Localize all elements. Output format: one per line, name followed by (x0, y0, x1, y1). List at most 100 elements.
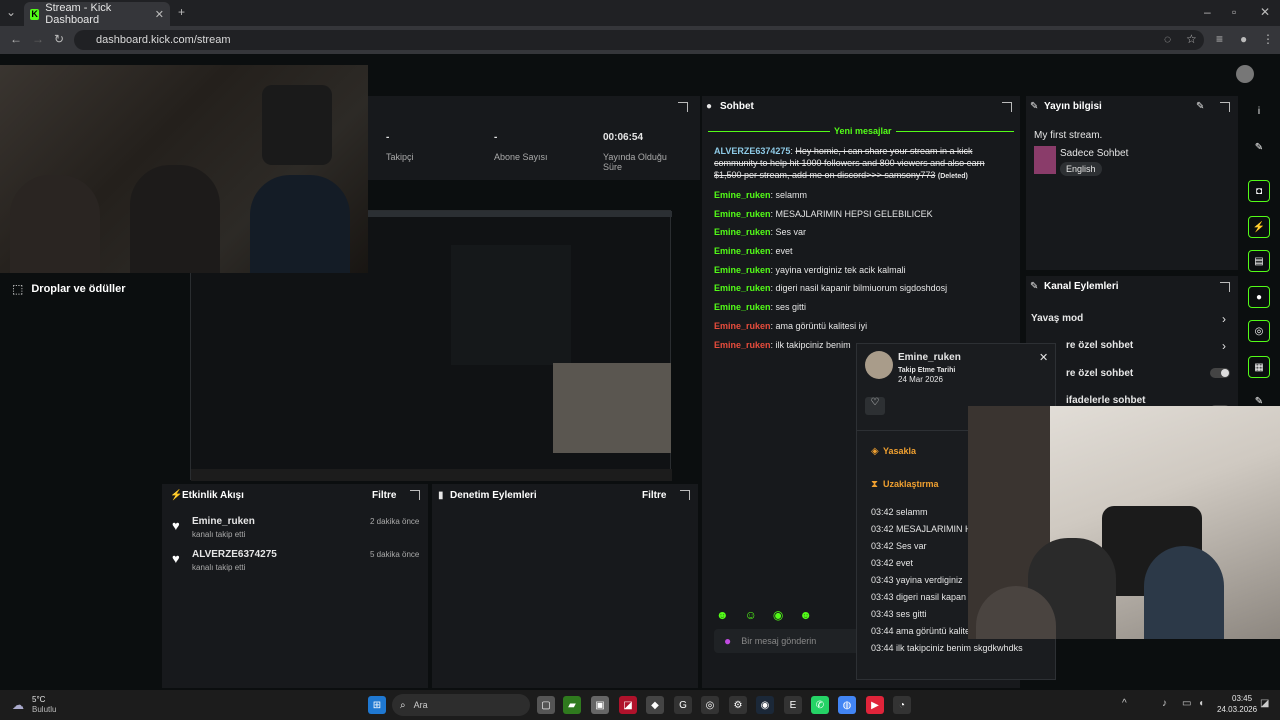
expand-moderation-icon[interactable] (680, 490, 690, 500)
person-shape (10, 175, 100, 273)
notification-icon[interactable]: ◪ (1260, 698, 1269, 709)
close-tab-icon[interactable]: ✕ (155, 8, 164, 21)
preview-inner-cam (553, 363, 671, 453)
epic-icon[interactable]: E (784, 696, 802, 714)
mod-icon[interactable]: ▦ (1248, 356, 1270, 378)
tray-chevron-icon[interactable]: ^ (1122, 698, 1127, 709)
taskbar-search[interactable]: ⌕ Ara (392, 694, 530, 716)
emote-icon[interactable]: ☻ (716, 608, 729, 622)
chat-text: : selamm (770, 190, 808, 200)
network-icon[interactable]: ▭ (1182, 698, 1191, 709)
chat-icon[interactable]: ● (1248, 286, 1270, 308)
chat-username[interactable]: Emine_ruken (714, 209, 771, 219)
ban-button[interactable]: Yasakla (883, 446, 916, 456)
chat-username[interactable]: Emine_ruken (714, 283, 771, 293)
expand-activity-icon[interactable] (410, 490, 420, 500)
browser-menu-icon[interactable]: ⋮ (1262, 32, 1274, 46)
store-icon[interactable]: ▣ (591, 696, 609, 714)
amd-icon[interactable]: ◪ (619, 696, 637, 714)
camera-icon[interactable]: ◘ (1248, 180, 1270, 202)
slow-mode-label[interactable]: Yavaş mod (1031, 313, 1083, 324)
uptime-label: Yayında Olduğu Süre (603, 152, 667, 172)
new-tab-icon[interactable]: + (178, 5, 185, 19)
pencil-icon[interactable]: ✎ (1248, 136, 1270, 158)
forward-icon[interactable]: → (32, 32, 44, 46)
steam-icon[interactable]: ◉ (756, 696, 774, 714)
chevron-right-icon[interactable]: › (1222, 339, 1226, 353)
reload-icon[interactable]: ↻ (54, 32, 64, 46)
whatsapp-icon[interactable]: ✆ (811, 696, 829, 714)
close-card-icon[interactable]: ✕ (1039, 351, 1048, 364)
profile-icon[interactable]: ● (1240, 32, 1247, 46)
bookmark-star-icon[interactable]: ☆ (1186, 32, 1197, 46)
preview-chat (451, 245, 571, 365)
follow-heart-icon[interactable]: ♡ (865, 397, 885, 415)
app-icon[interactable]: G (674, 696, 692, 714)
app-icon[interactable]: ◔ (893, 696, 911, 714)
app-icon[interactable]: ⚙ (729, 696, 747, 714)
emote-icon[interactable]: ☺ (745, 608, 757, 622)
chat-message: Emine_ruken: Ses var (714, 226, 1010, 245)
expand-chat-icon[interactable] (1002, 102, 1012, 112)
start-icon[interactable]: ⊞ (368, 696, 386, 714)
tab-list-icon[interactable]: ⌄ (6, 5, 16, 19)
stream-info-panel: ✎ Yayın bilgisi ✎ My first stream. Sadec… (1026, 96, 1238, 270)
chat-username[interactable]: ALVERZE6374275 (714, 146, 790, 156)
bolt-icon[interactable]: ⚡ (1248, 216, 1270, 238)
chat-username[interactable]: Emine_ruken (714, 227, 771, 237)
mic-tray-icon[interactable]: ♪ (1162, 698, 1167, 709)
action-row-label[interactable]: re özel sohbet (1066, 340, 1133, 351)
chat-username[interactable]: Emine_ruken (714, 340, 771, 350)
toggle-switch[interactable] (1210, 368, 1230, 378)
url-field[interactable]: dashboard.kick.com/stream (74, 30, 1204, 50)
clock-date[interactable]: 24.03.2026 (1217, 705, 1257, 714)
user-avatar[interactable] (1236, 65, 1254, 83)
broadcast-icon[interactable]: ◎ (1248, 320, 1270, 342)
chat-message: Emine_ruken: ses gitti (714, 301, 1010, 320)
category-thumbnail (1034, 146, 1056, 174)
expand-stats-icon[interactable] (678, 102, 688, 112)
hourglass-icon: ⧗ (871, 479, 879, 490)
browser-tab[interactable]: K Stream - Kick Dashboard ✕ (24, 2, 170, 26)
nvidia-icon[interactable]: ▰ (563, 696, 581, 714)
minimize-icon[interactable]: – (1204, 5, 1211, 19)
browser-tab-bar: ⌄ K Stream - Kick Dashboard ✕ + – ▫ ✕ (0, 0, 1280, 26)
chrome-icon[interactable]: ◍ (838, 696, 856, 714)
expand-actions-icon[interactable] (1220, 282, 1230, 292)
mic-icon[interactable]: ● (724, 634, 731, 648)
emote-bar: ☻ ☺ ◉ ☻ (716, 608, 812, 622)
emote-icon[interactable]: ☻ (799, 608, 812, 622)
extensions-icon[interactable]: ≡ (1216, 32, 1223, 46)
chat-username[interactable]: Emine_ruken (714, 265, 771, 275)
task-view-icon[interactable]: ▢ (537, 696, 555, 714)
clock-time[interactable]: 03:45 (1232, 694, 1252, 703)
drops-header[interactable]: ⬚ Droplar ve ödüller (12, 282, 125, 296)
edit-icon[interactable]: ✎ (1196, 101, 1204, 112)
chat-username[interactable]: Emine_ruken (714, 321, 771, 331)
expand-info-icon[interactable] (1220, 102, 1230, 112)
chat-text: : MESAJLARIMIN HEPSI GELEBILICEK (770, 208, 933, 219)
chat-username[interactable]: Emine_ruken (714, 246, 771, 256)
back-icon[interactable]: ← (10, 32, 22, 46)
chat-username[interactable]: Emine_ruken (714, 190, 771, 200)
info-icon[interactable]: i (1248, 100, 1270, 122)
chevron-right-icon[interactable]: › (1222, 312, 1226, 326)
activity-filter[interactable]: Filtre (372, 490, 396, 501)
chat-text: : Ses var (770, 227, 807, 238)
moderation-filter[interactable]: Filtre (642, 490, 666, 501)
volume-icon[interactable]: ◖ (1198, 698, 1204, 709)
app-icon[interactable]: ◆ (646, 696, 664, 714)
close-window-icon[interactable]: ✕ (1260, 5, 1270, 19)
eye-off-icon[interactable]: ◌ (1164, 32, 1171, 46)
chat-message: Emine_ruken: ama görüntü kalitesi iyi (714, 320, 1010, 339)
category-name[interactable]: Sadece Sohbet (1060, 148, 1128, 159)
activity-item-time: 2 dakika önce (370, 517, 420, 526)
app-icon[interactable]: ◎ (701, 696, 719, 714)
maximize-icon[interactable]: ▫ (1232, 5, 1236, 19)
uptime-value: 00:06:54 (603, 132, 644, 143)
media-icon[interactable]: ▶ (866, 696, 884, 714)
timeout-button[interactable]: Uzaklaştırma (883, 479, 939, 489)
emote-icon[interactable]: ◉ (773, 608, 783, 622)
chat-username[interactable]: Emine_ruken (714, 302, 771, 312)
document-icon[interactable]: ▤ (1248, 250, 1270, 272)
